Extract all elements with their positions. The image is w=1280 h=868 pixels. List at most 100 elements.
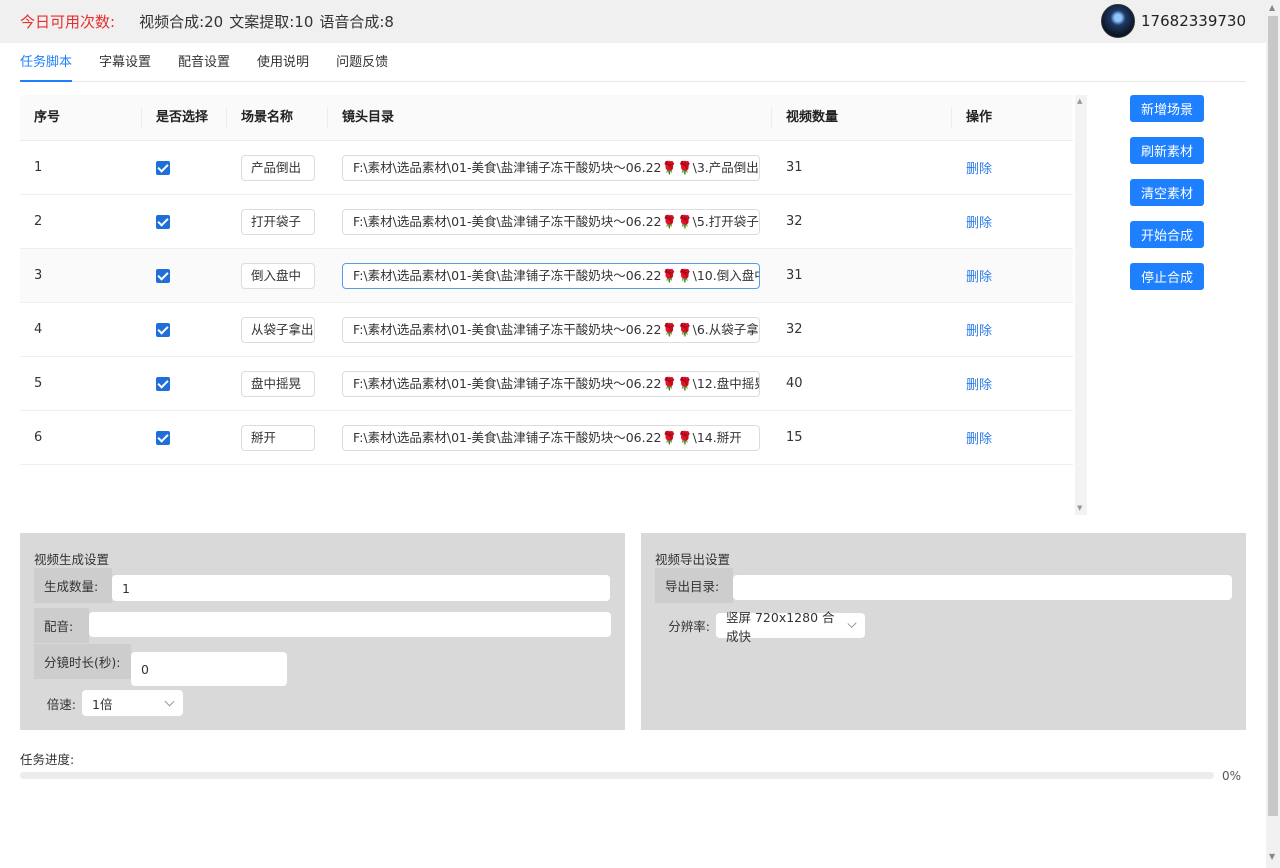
header-index: 序号 (20, 106, 142, 129)
shot-duration-input[interactable]: 0 (131, 652, 287, 686)
speed-row: 倍速: 1倍 (34, 690, 183, 716)
export-settings-title: 视频导出设置 (655, 552, 731, 567)
scroll-up-arrow-icon[interactable]: ▲ (1269, 3, 1275, 12)
table-scrollbar[interactable]: ▲ ▼ (1075, 95, 1087, 515)
tab-task-script[interactable]: 任务脚本 (20, 43, 73, 82)
table-scroll-up-icon[interactable]: ▲ (1077, 97, 1082, 105)
count-label: 生成数量: (34, 568, 112, 603)
delete-link[interactable]: 删除 (966, 378, 992, 393)
row-select-checkbox[interactable] (156, 214, 170, 229)
table-row: 1 产品倒出 F:\素材\选品素材\01-美食\盐津铺子冻干酸奶块～06.22🌹… (20, 141, 1073, 195)
tab-voice-settings[interactable]: 配音设置 (178, 43, 230, 82)
resolution-select[interactable]: 竖屏 720x1280 合成快 (716, 610, 865, 644)
action-buttons: 新增场景 刷新素材 清空素材 开始合成 停止合成 (1130, 95, 1204, 305)
add-scene-button[interactable]: 新增场景 (1130, 95, 1204, 122)
delete-link[interactable]: 删除 (966, 162, 992, 177)
stop-synth-button[interactable]: 停止合成 (1130, 263, 1204, 290)
copy-extract-quota: 文案提取:10 (229, 13, 314, 31)
shot-dir-input[interactable]: F:\素材\选品素材\01-美食\盐津铺子冻干酸奶块～06.22🌹🌹\12.盘中… (342, 370, 760, 397)
top-bar: 今日可用次数: 视频合成:20 文案提取:10 语音合成:8 176823397… (0, 0, 1266, 43)
delete-link[interactable]: 删除 (966, 432, 992, 447)
video-export-settings-panel: 视频导出设置 导出目录: 分辨率: 竖屏 720x1280 合成快 (641, 533, 1246, 730)
main-tabs: 任务脚本 字幕设置 配音设置 使用说明 问题反馈 (20, 43, 1246, 82)
export-dir-label: 导出目录: (655, 568, 733, 603)
row-select-checkbox[interactable] (156, 430, 170, 445)
row-index: 1 (34, 160, 43, 175)
clear-material-button[interactable]: 清空素材 (1130, 179, 1204, 206)
speed-select[interactable]: 1倍 (82, 690, 183, 716)
scroll-down-arrow-icon[interactable]: ▼ (1269, 852, 1275, 861)
video-count: 15 (786, 430, 803, 445)
voice-synth-quota: 语音合成:8 (319, 13, 394, 31)
table-row: 5 盘中摇晃 F:\素材\选品素材\01-美食\盐津铺子冻干酸奶块～06.22🌹… (20, 357, 1073, 411)
page-scrollbar[interactable]: ▲ ▼ (1266, 0, 1280, 868)
table-row: 4 从袋子拿出 F:\素材\选品素材\01-美食\盐津铺子冻干酸奶块～06.22… (20, 303, 1073, 357)
progress-bar (20, 772, 1214, 779)
scene-name-input[interactable]: 掰开 (241, 424, 315, 451)
table-scroll-down-icon[interactable]: ▼ (1077, 504, 1082, 512)
shot-dir-input[interactable]: F:\素材\选品素材\01-美食\盐津铺子冻干酸奶块～06.22🌹🌹\14.掰开 (342, 424, 760, 451)
chevron-down-icon (847, 618, 857, 629)
row-select-checkbox[interactable] (156, 160, 170, 175)
quota-label: 今日可用次数: (20, 13, 116, 31)
shot-dir-input[interactable]: F:\素材\选品素材\01-美食\盐津铺子冻干酸奶块～06.22🌹🌹\10.倒入… (342, 262, 760, 289)
row-select-checkbox[interactable] (156, 376, 170, 391)
row-select-checkbox[interactable] (156, 322, 170, 337)
delete-link[interactable]: 删除 (966, 270, 992, 285)
delete-link[interactable]: 删除 (966, 216, 992, 231)
video-synth-quota: 视频合成:20 (139, 13, 224, 31)
row-index: 6 (34, 430, 43, 445)
resolution-value: 竖屏 720x1280 合成快 (726, 609, 835, 644)
row-index: 3 (34, 268, 43, 283)
video-count: 32 (786, 214, 803, 229)
scene-name-input[interactable]: 盘中摇晃 (241, 370, 315, 397)
page-scrollbar-thumb[interactable] (1268, 16, 1278, 816)
scene-name-input[interactable]: 从袋子拿出 (241, 316, 315, 343)
start-synth-button[interactable]: 开始合成 (1130, 221, 1204, 248)
header-video-count: 视频数量 (772, 106, 952, 129)
voice-label: 配音: (34, 608, 89, 643)
table-row: 3 倒入盘中 F:\素材\选品素材\01-美食\盐津铺子冻干酸奶块～06.22🌹… (20, 249, 1073, 303)
scene-table: 序号 是否选择 场景名称 镜头目录 视频数量 操作 1 产品倒出 F:\素材\选… (20, 95, 1087, 515)
user-info[interactable]: 17682339730 (1101, 4, 1246, 38)
scene-name-input[interactable]: 打开袋子 (241, 208, 315, 235)
delete-link[interactable]: 删除 (966, 324, 992, 339)
voice-row: 配音: (34, 608, 611, 643)
voice-input[interactable] (89, 612, 611, 637)
export-dir-input[interactable] (733, 575, 1232, 600)
header-scene-name: 场景名称 (227, 106, 328, 129)
row-select-checkbox[interactable] (156, 268, 170, 283)
video-count: 40 (786, 376, 803, 391)
table-header: 序号 是否选择 场景名称 镜头目录 视频数量 操作 (20, 95, 1073, 141)
header-shot-dir: 镜头目录 (328, 106, 772, 129)
avatar[interactable] (1101, 4, 1136, 38)
scene-name-input[interactable]: 产品倒出 (241, 154, 315, 181)
tab-instructions[interactable]: 使用说明 (257, 43, 309, 82)
duration-label: 分镜时长(秒): (34, 644, 131, 679)
table-row: 2 打开袋子 F:\素材\选品素材\01-美食\盐津铺子冻干酸奶块～06.22🌹… (20, 195, 1073, 249)
tab-feedback[interactable]: 问题反馈 (336, 43, 388, 82)
video-count: 31 (786, 268, 803, 283)
header-action: 操作 (966, 109, 993, 125)
progress-label: 任务进度: (20, 752, 75, 767)
shot-dir-input[interactable]: F:\素材\选品素材\01-美食\盐津铺子冻干酸奶块～06.22🌹🌹\3.产品倒… (342, 154, 760, 181)
chevron-down-icon (164, 696, 175, 706)
shot-dir-input[interactable]: F:\素材\选品素材\01-美食\盐津铺子冻干酸奶块～06.22🌹🌹\6.从袋子… (342, 316, 760, 343)
table-row: 6 掰开 F:\素材\选品素材\01-美食\盐津铺子冻干酸奶块～06.22🌹🌹\… (20, 411, 1073, 465)
user-phone: 17682339730 (1141, 12, 1246, 30)
count-row: 生成数量: 1 (34, 568, 610, 603)
scene-name-input[interactable]: 倒入盘中 (241, 262, 315, 289)
shot-dir-input[interactable]: F:\素材\选品素材\01-美食\盐津铺子冻干酸奶块～06.22🌹🌹\5.打开袋… (342, 208, 760, 235)
gen-settings-title: 视频生成设置 (34, 552, 110, 567)
tab-subtitle-settings[interactable]: 字幕设置 (99, 43, 151, 82)
gen-count-input[interactable]: 1 (112, 575, 610, 601)
speed-label: 倍速: (46, 696, 76, 712)
resolution-label: 分辨率: (668, 619, 710, 634)
header-selected: 是否选择 (142, 106, 227, 129)
progress-percent: 0% (1222, 769, 1242, 783)
resolution-row: 分辨率: 竖屏 720x1280 合成快 (655, 610, 865, 644)
video-count: 31 (786, 160, 803, 175)
refresh-material-button[interactable]: 刷新素材 (1130, 137, 1204, 164)
export-dir-row: 导出目录: (655, 568, 1232, 603)
speed-value: 1倍 (92, 696, 113, 712)
